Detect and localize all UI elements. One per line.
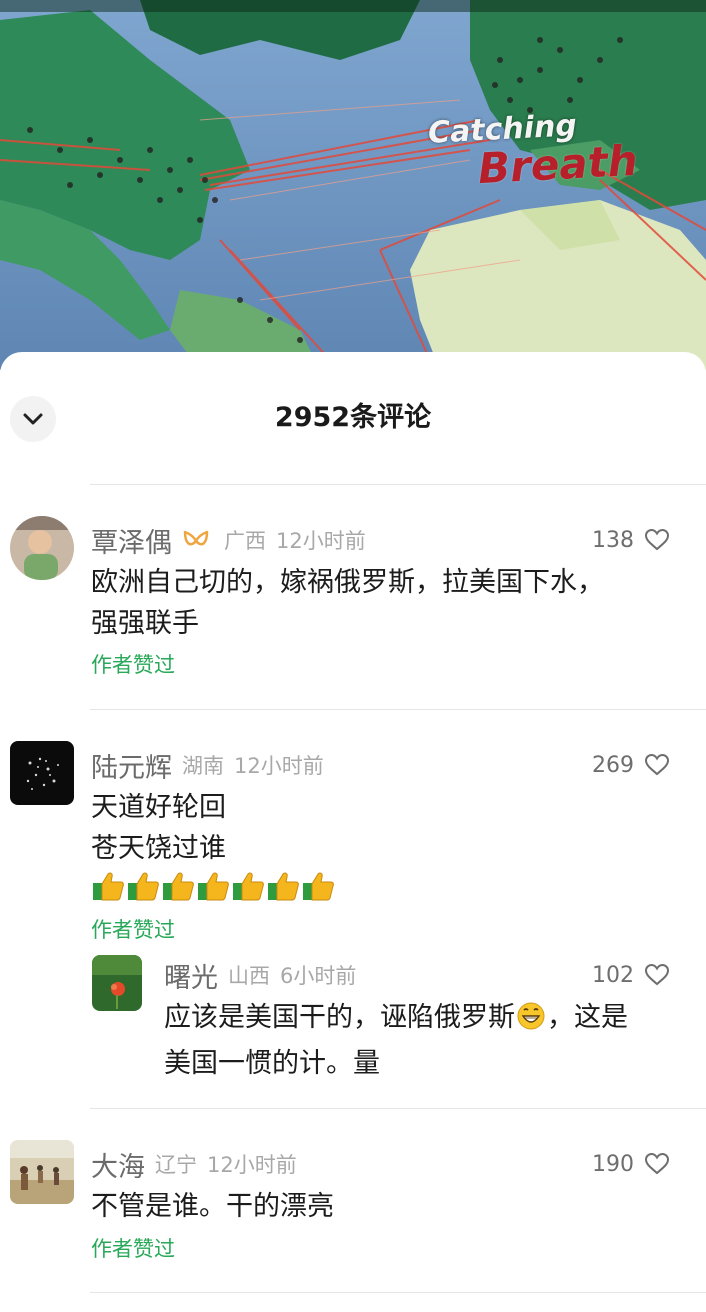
divider — [90, 709, 706, 710]
avatar[interactable] — [10, 1140, 74, 1204]
grinning-emoji-icon — [516, 1001, 546, 1043]
comment-time: 12小时前 — [276, 529, 366, 553]
like-button[interactable]: 102 — [592, 955, 670, 995]
comment-text[interactable]: 不管是谁。干的漂亮 — [91, 1186, 671, 1227]
comment-item: 陆元辉 湖南 12小时前 269 天道好轮回 苍天饶过谁 作者赞过 曙光 山西 … — [0, 741, 706, 1105]
thumbs-up-emoji-icon — [231, 870, 265, 906]
like-count: 102 — [592, 962, 634, 988]
comment-text-line: 天道好轮回 — [91, 792, 226, 823]
comment-count-title: 2952条评论 — [274, 402, 432, 433]
heart-outline-icon — [644, 1152, 670, 1175]
like-count: 190 — [592, 1151, 634, 1177]
like-button[interactable]: 269 — [592, 745, 670, 785]
thumbs-up-emoji-icon — [161, 870, 195, 906]
comment-text[interactable]: 欧洲自己切的，嫁祸俄罗斯，拉美国下水， 强强联手 — [91, 562, 671, 644]
comment-text-line: 不管是谁。干的漂亮 — [91, 1191, 334, 1222]
divider — [90, 1108, 706, 1109]
commenter-name[interactable]: 大海 — [91, 1145, 145, 1184]
comment-sheet: 2952条评论 覃泽偶 广西 12小时前 138 欧洲自己切的，嫁祸俄罗斯，拉美… — [0, 352, 706, 1312]
reply-time: 6小时前 — [280, 964, 357, 988]
thumbs-up-emoji-icon — [91, 870, 125, 906]
video-overlay-text-breath: Breath — [476, 135, 639, 194]
thumbs-up-emoji-icon — [196, 870, 230, 906]
avatar[interactable] — [92, 955, 142, 1011]
like-button[interactable]: 138 — [592, 520, 670, 560]
comment-item: 大海 辽宁 12小时前 190 不管是谁。干的漂亮 作者赞过 — [0, 1140, 706, 1274]
commenter-location: 湖南 — [182, 754, 224, 778]
reply-location: 山西 — [228, 964, 270, 988]
thumbs-up-emoji-icon — [266, 870, 300, 906]
video-frame[interactable]: Catching Breath — [0, 0, 706, 370]
reply-text-line: 应该是美国干的，诬陷俄罗斯 ，这是 — [164, 997, 694, 1043]
heart-outline-icon — [644, 528, 670, 551]
comment-time: 12小时前 — [207, 1153, 297, 1177]
commenter-location: 广西 — [224, 529, 266, 553]
reply-text[interactable]: 应该是美国干的，诬陷俄罗斯 ，这是 美国一惯的计。量 — [164, 997, 694, 1084]
reply-text-segment: 应该是美国干的，诬陷俄罗斯 — [164, 1002, 515, 1033]
reply-name[interactable]: 曙光 — [164, 956, 218, 995]
thumbs-up-emoji-row — [91, 870, 336, 906]
avatar[interactable] — [10, 516, 74, 580]
reply-text-segment: ，这是 — [547, 1002, 628, 1033]
comment-item: 覃泽偶 广西 12小时前 138 欧洲自己切的，嫁祸俄罗斯，拉美国下水， 强强联… — [0, 516, 706, 720]
commenter-name[interactable]: 陆元辉 — [91, 746, 172, 785]
thumbs-up-emoji-icon — [301, 870, 335, 906]
commenter-name[interactable]: 覃泽偶 — [91, 521, 172, 560]
divider — [90, 484, 706, 485]
heart-outline-icon — [644, 963, 670, 986]
liked-by-author-label: 作者赞过 — [91, 918, 175, 942]
comment-text-line: 强强联手 — [91, 608, 199, 639]
commenter-location: 辽宁 — [155, 1153, 197, 1177]
like-count: 269 — [592, 752, 634, 778]
divider — [90, 1292, 706, 1293]
like-count: 138 — [592, 527, 634, 553]
comment-text-line: 苍天饶过谁 — [91, 833, 226, 864]
reply-text-line: 美国一惯的计。量 — [164, 1048, 380, 1079]
comment-text[interactable]: 天道好轮回 苍天饶过谁 — [91, 787, 671, 869]
reply-item: 曙光 山西 6小时前 102 应该是美国干的，诬陷俄罗斯 ，这是 美国一惯的计。量 — [92, 955, 706, 1085]
heart-outline-icon — [644, 753, 670, 776]
liked-by-author-label: 作者赞过 — [91, 653, 175, 677]
comment-text-line: 欧洲自己切的，嫁祸俄罗斯，拉美国下水， — [91, 567, 604, 598]
like-button[interactable]: 190 — [592, 1144, 670, 1184]
comment-time: 12小时前 — [234, 754, 324, 778]
liked-by-author-label: 作者赞过 — [91, 1237, 175, 1261]
thumbs-up-emoji-icon — [126, 870, 160, 906]
avatar[interactable] — [10, 741, 74, 805]
vip-badge-icon — [182, 529, 210, 551]
